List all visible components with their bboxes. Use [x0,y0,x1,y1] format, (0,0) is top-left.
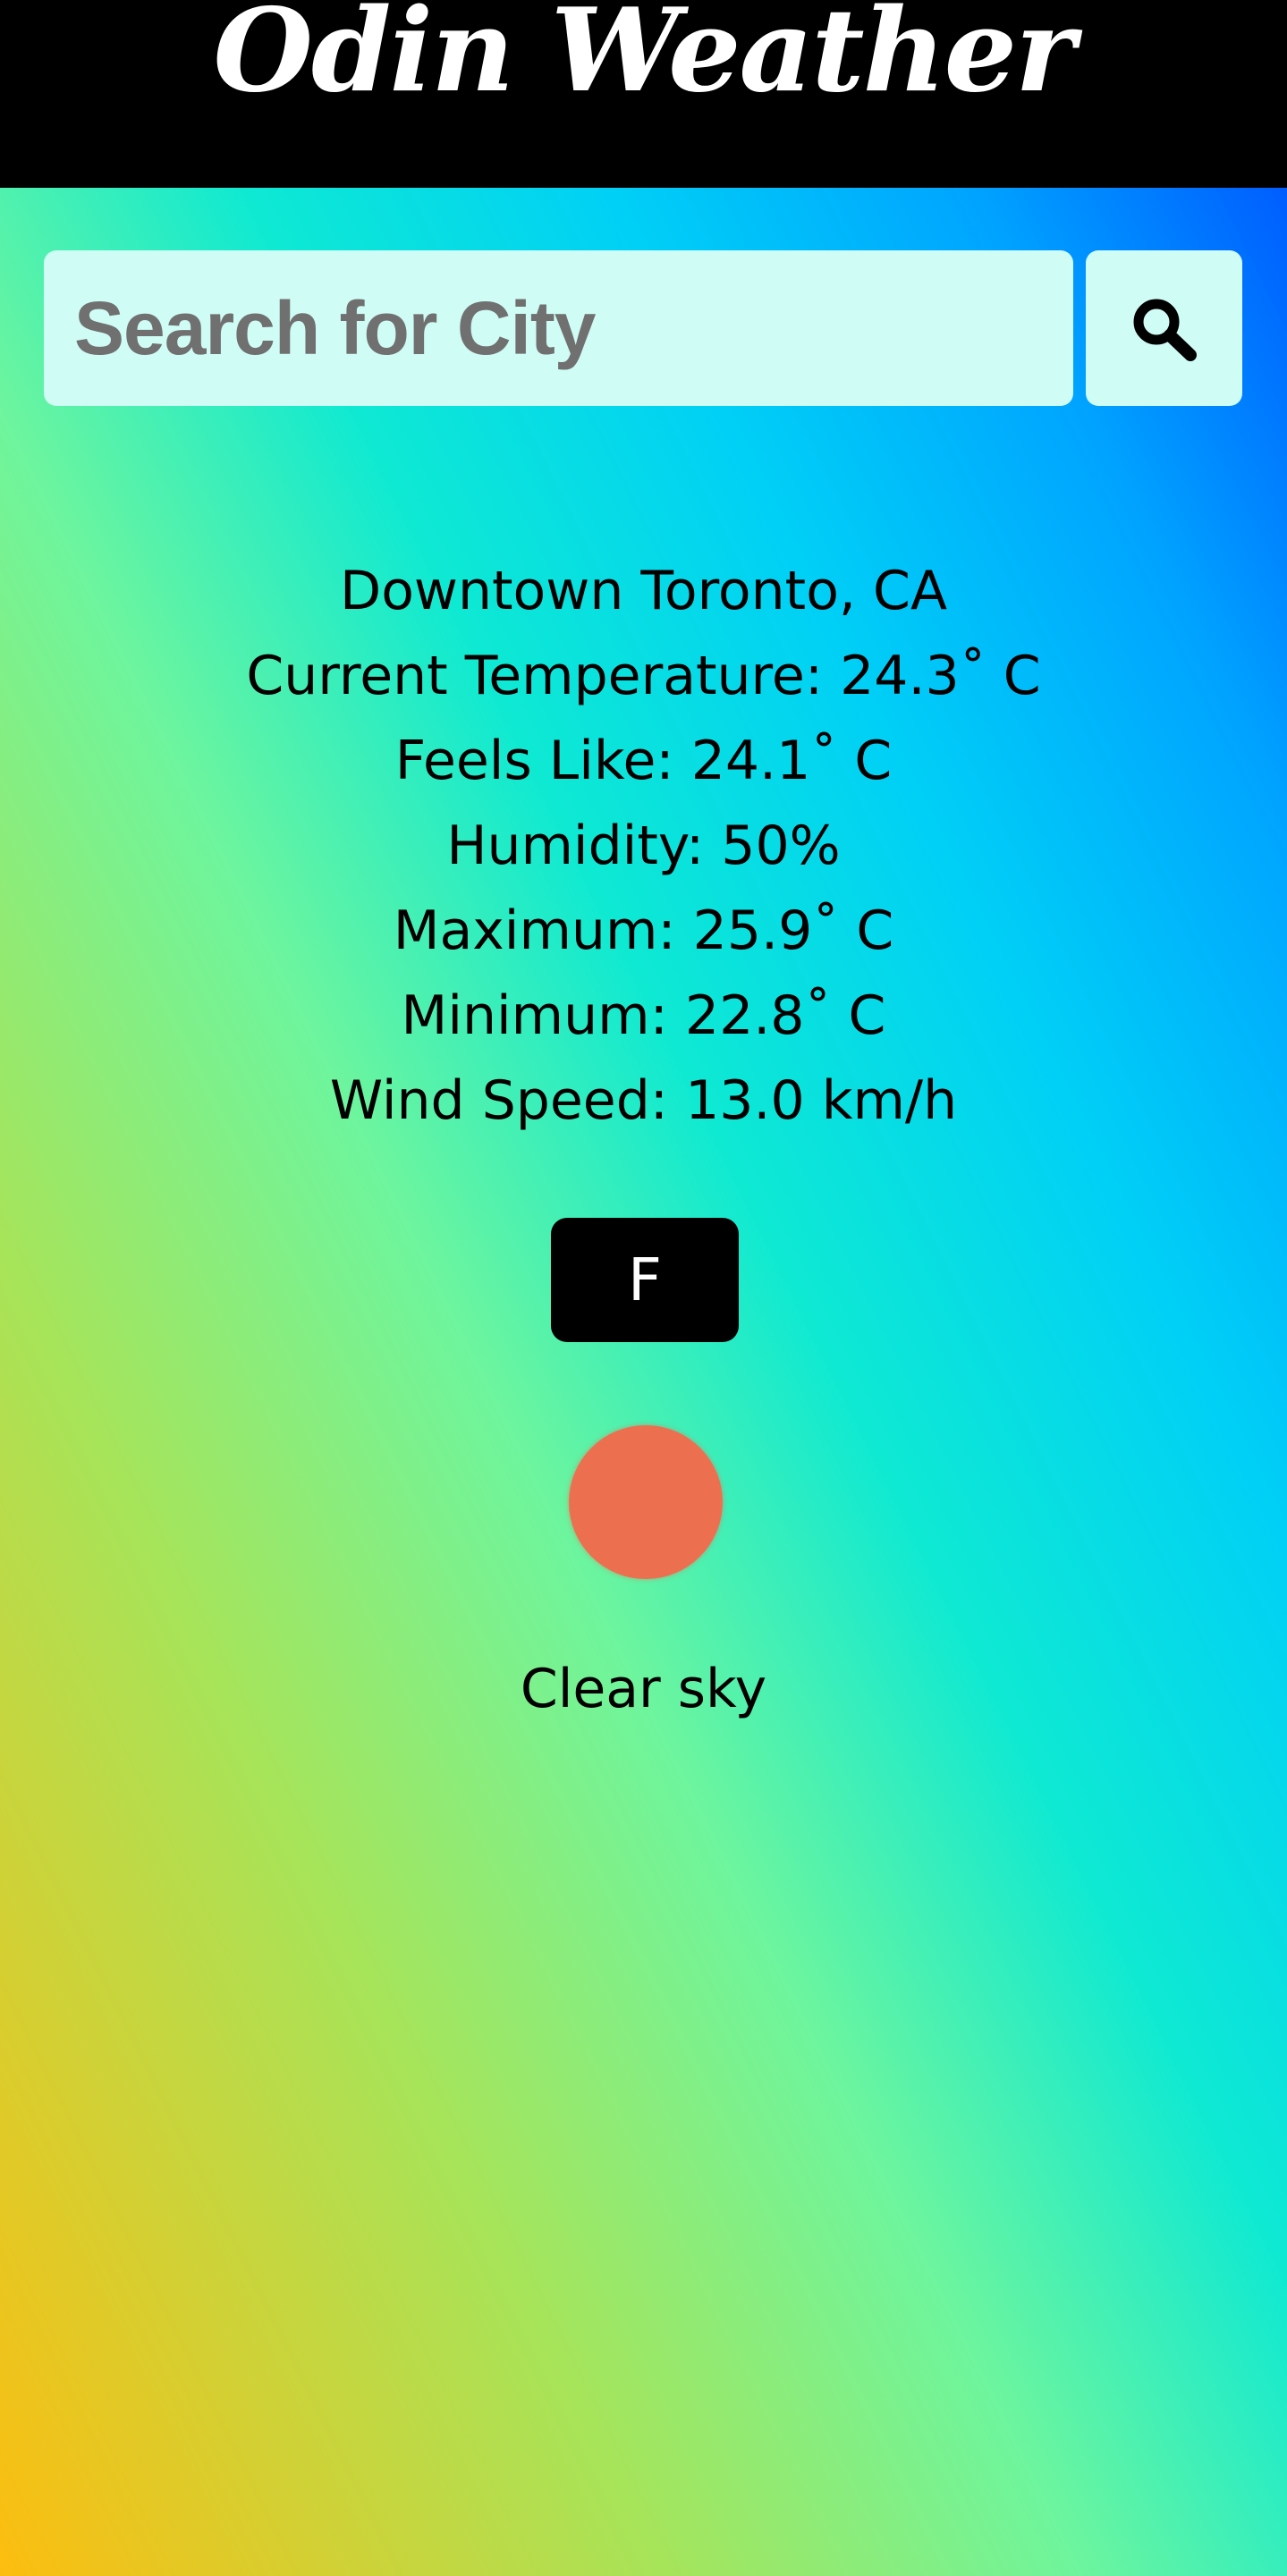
current-temperature: Current Temperature: 24.3˚ C [246,645,1041,707]
app-header: Odin Weather [0,0,1287,188]
search-icon [1133,299,1197,361]
weather-description: Clear sky [520,1658,767,1720]
maximum-temperature: Maximum: 25.9˚ C [393,899,894,962]
feels-like: Feels Like: 24.1˚ C [394,730,893,792]
app-title: Odin Weather [213,0,1076,119]
unit-toggle-button[interactable]: F [551,1218,739,1342]
wind-speed: Wind Speed: 13.0 km/h [329,1069,958,1132]
location-label: Downtown Toronto, CA [340,560,947,622]
city-search-input[interactable] [44,250,1073,406]
minimum-temperature: Minimum: 22.8˚ C [401,984,886,1047]
sun-icon [569,1425,723,1579]
weather-info: Downtown Toronto, CA Current Temperature… [0,549,1287,1144]
humidity: Humidity: 50% [446,815,841,877]
search-button[interactable] [1086,250,1242,406]
